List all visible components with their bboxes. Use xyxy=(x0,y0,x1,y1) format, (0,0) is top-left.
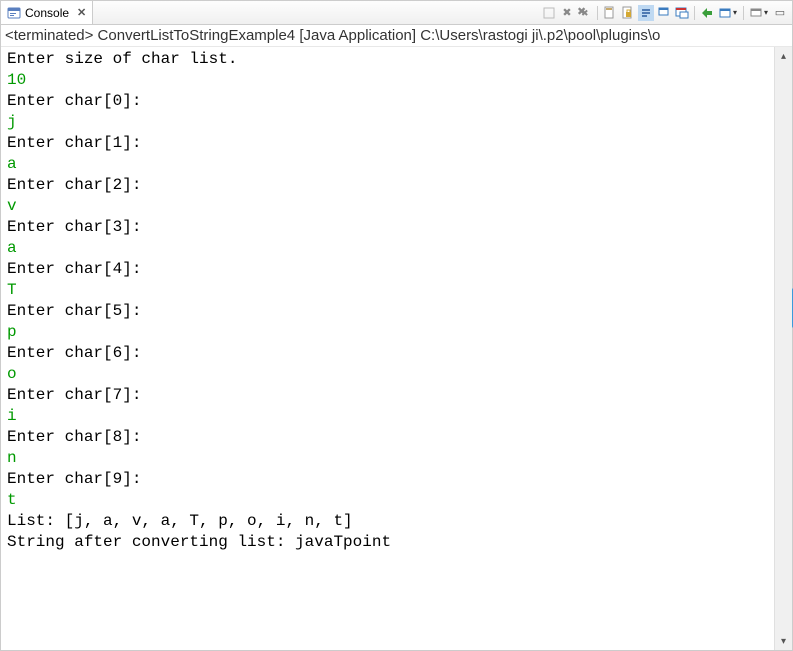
scroll-up-arrow[interactable]: ▴ xyxy=(777,49,791,63)
open-console-icon[interactable] xyxy=(699,5,715,21)
console-output-line: Enter char[4]: xyxy=(7,259,768,280)
console-input-line: t xyxy=(7,490,768,511)
remove-all-launches-icon[interactable]: ✖ ✖ xyxy=(577,5,593,21)
pin-console-icon[interactable] xyxy=(656,5,672,21)
console-input-line: n xyxy=(7,448,768,469)
console-tab[interactable]: Console ✕ xyxy=(1,1,93,24)
tab-close-icon[interactable]: ✕ xyxy=(77,6,86,19)
console-output-line: Enter char[2]: xyxy=(7,175,768,196)
console-output[interactable]: Enter size of char list.10Enter char[0]:… xyxy=(1,47,774,650)
console-input-line: o xyxy=(7,364,768,385)
console-output-line: Enter char[0]: xyxy=(7,91,768,112)
blank-icon[interactable] xyxy=(541,5,557,21)
scroll-lock-icon[interactable] xyxy=(620,5,636,21)
separator xyxy=(597,6,598,20)
console-icon xyxy=(7,6,21,20)
console-output-line: Enter char[6]: xyxy=(7,343,768,364)
console-tab-label: Console xyxy=(25,6,69,20)
view-menu-dropdown[interactable]: ▾ xyxy=(764,8,768,17)
console-input-line: T xyxy=(7,280,768,301)
console-output-line: List: [j, a, v, a, T, p, o, i, n, t] xyxy=(7,511,768,532)
vertical-scrollbar[interactable]: ▴ ▾ xyxy=(774,47,792,650)
console-output-line: String after converting list: javaTpoint xyxy=(7,532,768,553)
launch-status: <terminated> ConvertListToStringExample4… xyxy=(1,25,792,47)
display-selected-icon[interactable] xyxy=(674,5,690,21)
console-input-line: v xyxy=(7,196,768,217)
console-output-line: Enter size of char list. xyxy=(7,49,768,70)
console-input-line: j xyxy=(7,112,768,133)
scroll-down-arrow[interactable]: ▾ xyxy=(777,634,791,648)
status-text: <terminated> ConvertListToStringExample4… xyxy=(5,27,660,44)
new-console-dropdown[interactable]: ▾ xyxy=(733,8,737,17)
remove-launch-icon[interactable]: ✖ xyxy=(559,5,575,21)
console-input-line: p xyxy=(7,322,768,343)
clear-console-icon[interactable] xyxy=(602,5,618,21)
word-wrap-icon[interactable] xyxy=(638,5,654,21)
console-input-line: 10 xyxy=(7,70,768,91)
console-input-line: i xyxy=(7,406,768,427)
new-console-icon[interactable] xyxy=(717,5,733,21)
console-output-line: Enter char[8]: xyxy=(7,427,768,448)
minimize-icon[interactable] xyxy=(748,5,764,21)
console-output-line: Enter char[1]: xyxy=(7,133,768,154)
tab-bar: Console ✕ ✖ ✖ ✖ xyxy=(1,1,792,25)
console-content-wrap: Enter size of char list.10Enter char[0]:… xyxy=(1,47,792,650)
console-output-line: Enter char[5]: xyxy=(7,301,768,322)
console-input-line: a xyxy=(7,238,768,259)
console-toolbar: ✖ ✖ ✖ ▾ ▾ ▭ xyxy=(541,1,788,24)
console-input-line: a xyxy=(7,154,768,175)
separator xyxy=(743,6,744,20)
maximize-icon[interactable]: ▭ xyxy=(772,5,788,21)
console-output-line: Enter char[3]: xyxy=(7,217,768,238)
console-output-line: Enter char[9]: xyxy=(7,469,768,490)
console-output-line: Enter char[7]: xyxy=(7,385,768,406)
separator xyxy=(694,6,695,20)
